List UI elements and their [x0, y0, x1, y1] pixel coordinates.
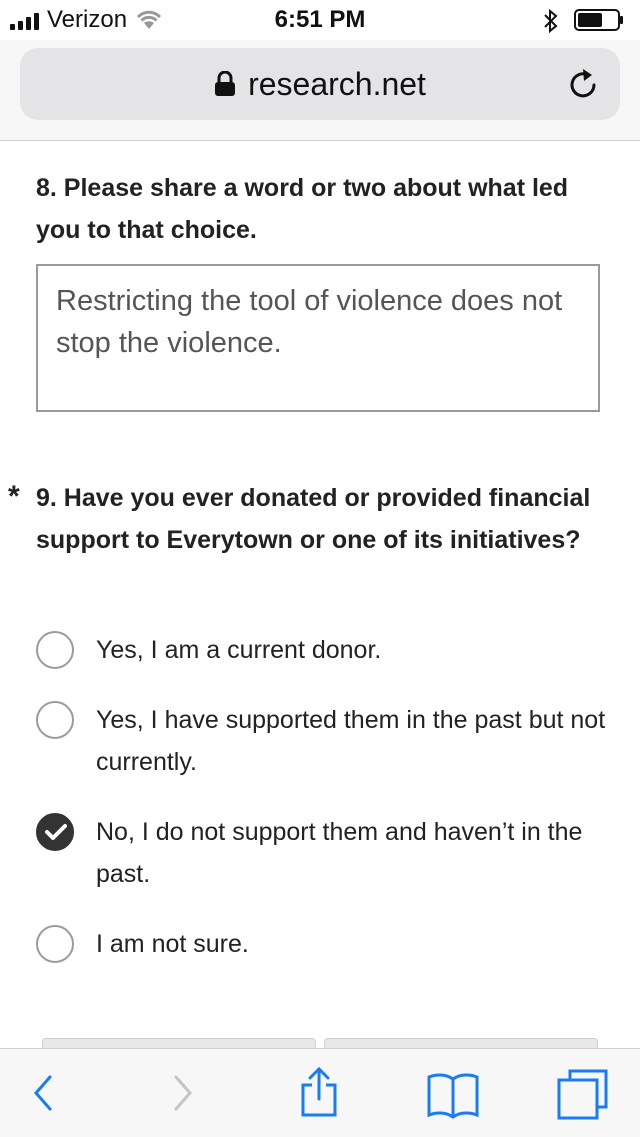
tabs-icon[interactable]	[556, 1067, 610, 1121]
question-8-answer-field[interactable]: Restricting the tool of violence does no…	[36, 264, 600, 412]
browser-chrome: research.net	[0, 40, 640, 141]
radio-button-selected[interactable]	[36, 813, 74, 851]
share-icon[interactable]	[298, 1067, 340, 1117]
reload-icon[interactable]	[568, 68, 602, 102]
battery-icon	[574, 9, 623, 31]
radio-button[interactable]	[36, 925, 74, 963]
bluetooth-icon	[544, 8, 558, 34]
url-text: research.net	[248, 66, 426, 102]
question-8-title: 8. Please share a word or two about what…	[36, 174, 569, 244]
option-label: No, I do not support them and haven’t in…	[96, 818, 583, 888]
status-bar: Verizon 6:51 PM	[0, 0, 640, 40]
lock-icon	[215, 70, 236, 96]
back-icon[interactable]	[30, 1071, 56, 1115]
option-label: I am not sure.	[96, 930, 249, 958]
url-display[interactable]: research.net	[20, 66, 620, 103]
option-label: Yes, I am a current donor.	[96, 636, 382, 664]
checkmark-icon	[45, 824, 67, 840]
option-label: Yes, I have supported them in the past b…	[96, 706, 606, 776]
bookmarks-icon[interactable]	[426, 1071, 480, 1119]
browser-toolbar	[0, 1048, 640, 1137]
forward-icon[interactable]	[170, 1071, 196, 1115]
radio-button[interactable]	[36, 631, 74, 669]
required-marker: *	[8, 480, 20, 513]
address-bar[interactable]: research.net	[20, 48, 620, 120]
question-9-title: 9. Have you ever donated or provided fin…	[36, 484, 591, 554]
radio-button[interactable]	[36, 701, 74, 739]
